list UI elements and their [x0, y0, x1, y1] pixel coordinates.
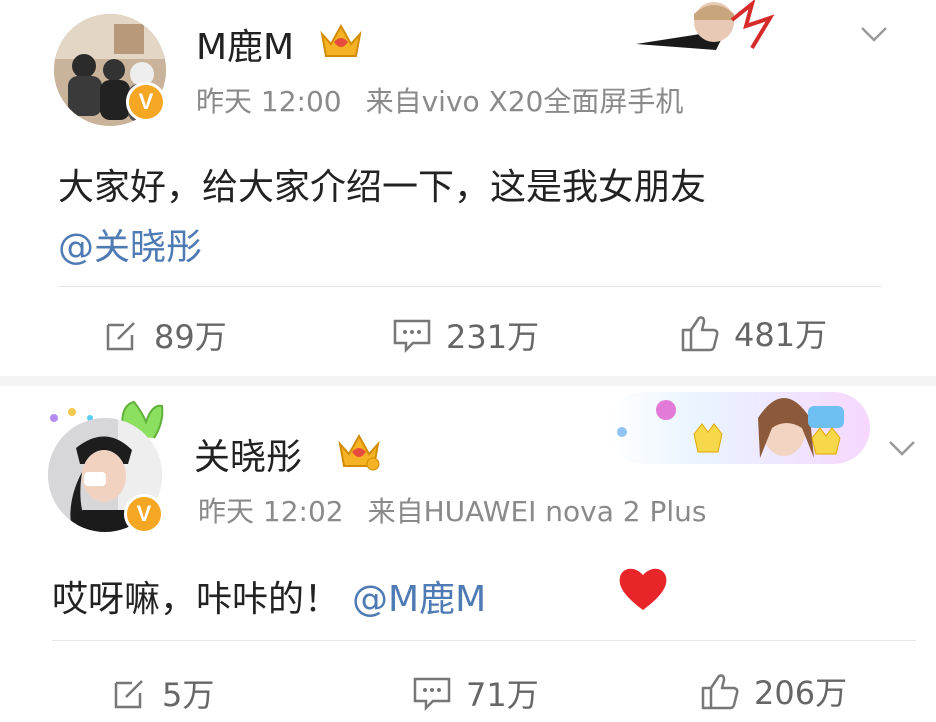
repost-count: 89万 [154, 318, 227, 356]
comment-icon [413, 677, 451, 711]
repost-icon [106, 322, 135, 351]
comment-button[interactable]: 231万 [392, 312, 539, 358]
divider [58, 286, 882, 287]
thumbs-up-icon [681, 316, 719, 352]
card-skin-decoration [608, 392, 870, 464]
post-source[interactable]: 来自HUAWEI nova 2 Plus [368, 495, 707, 528]
chevron-down-icon[interactable] [860, 24, 888, 44]
like-button[interactable]: 481万 [680, 310, 827, 356]
post-meta: 昨天 12:02 来自HUAWEI nova 2 Plus [198, 490, 707, 530]
repost-button[interactable]: 5万 [112, 670, 214, 716]
comment-icon [393, 319, 431, 353]
like-button[interactable]: 206万 [700, 668, 847, 714]
post-time: 昨天 12:00 [196, 85, 342, 118]
post-text-body: 哎呀嘛，咔咔的！ [52, 579, 341, 620]
weibo-post-1: V M鹿M 昨天 12:00 来自vivo X20全面屏手机 大家好，给大家介绍一… [0, 0, 936, 378]
post-source[interactable]: 来自vivo X20全面屏手机 [366, 85, 684, 118]
repost-icon [114, 680, 143, 709]
divider [52, 640, 916, 641]
repost-button[interactable]: 89万 [104, 312, 227, 358]
mention-link[interactable]: @M鹿M [352, 579, 486, 620]
repost-count: 5万 [162, 676, 215, 714]
post-time: 昨天 12:02 [198, 495, 344, 528]
like-count: 481万 [734, 316, 828, 354]
mention-link[interactable]: @关晓彤 [58, 218, 202, 270]
post-text: 哎呀嘛，咔咔的！ @M鹿M [52, 570, 486, 622]
comment-count: 71万 [466, 676, 539, 714]
weibo-post-2: V 关晓彤 昨天 12:02 来自HUAWEI nova 2 Plus 哎呀嘛，咔… [0, 384, 936, 722]
comment-button[interactable]: 71万 [412, 670, 539, 716]
post-meta: 昨天 12:00 来自vivo X20全面屏手机 [196, 80, 683, 120]
chevron-down-icon[interactable] [888, 438, 916, 458]
vip-crown-icon [320, 23, 362, 57]
author-name[interactable]: 关晓彤 [194, 428, 302, 480]
post-text: 大家好，给大家介绍一下，这是我女朋友 [58, 167, 707, 208]
verified-v-icon: V [126, 82, 166, 122]
comment-count: 231万 [446, 318, 540, 356]
verified-v-icon: V [124, 494, 164, 534]
author-name[interactable]: M鹿M [196, 18, 294, 70]
red-heart-icon [619, 568, 667, 610]
vip-crown-icon [338, 433, 380, 471]
thumbs-up-icon [701, 674, 739, 710]
like-count: 206万 [754, 674, 848, 712]
card-decoration-image [636, 0, 775, 50]
